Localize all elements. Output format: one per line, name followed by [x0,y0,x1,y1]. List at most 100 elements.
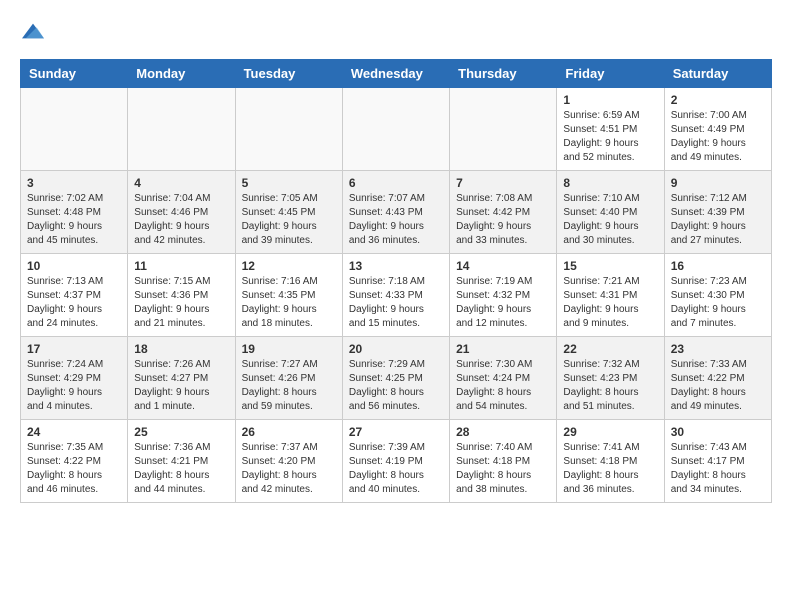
logo-icon [22,20,44,42]
day-info: Sunrise: 7:39 AM Sunset: 4:19 PM Dayligh… [349,441,443,497]
day-number: 26 [242,425,336,439]
day-info: Sunrise: 7:24 AM Sunset: 4:29 PM Dayligh… [27,358,121,414]
day-number: 13 [349,259,443,273]
calendar-cell: 9 Sunrise: 7:12 AM Sunset: 4:39 PM Daylig… [664,171,771,254]
calendar-cell: 7 Sunrise: 7:08 AM Sunset: 4:42 PM Daylig… [450,171,557,254]
calendar-cell: 13 Sunrise: 7:18 AM Sunset: 4:33 PM Dayli… [342,254,449,337]
day-number: 7 [456,176,550,190]
weekday-header-saturday: Saturday [664,60,771,88]
calendar-cell: 22Sunrise: 7:32 AM Sunset: 4:23 PM Dayli… [557,337,664,420]
calendar-cell [235,88,342,171]
weekday-header-wednesday: Wednesday [342,60,449,88]
day-number: 29 [563,425,657,439]
calendar-cell: 2 Sunrise: 7:00 AM Sunset: 4:49 PM Daylig… [664,88,771,171]
day-number: 25 [134,425,228,439]
calendar-cell: 26Sunrise: 7:37 AM Sunset: 4:20 PM Dayli… [235,420,342,503]
day-number: 16 [671,259,765,273]
calendar-cell: 8Sunrise: 7:10 AM Sunset: 4:40 PM Daylig… [557,171,664,254]
weekday-header-friday: Friday [557,60,664,88]
page: SundayMondayTuesdayWednesdayThursdayFrid… [0,0,792,513]
day-number: 28 [456,425,550,439]
calendar-cell: 24 Sunrise: 7:35 AM Sunset: 4:22 PM Dayli… [21,420,128,503]
calendar-cell: 12Sunrise: 7:16 AM Sunset: 4:35 PM Dayli… [235,254,342,337]
day-number: 11 [134,259,228,273]
day-info: Sunrise: 7:33 AM Sunset: 4:22 PM Dayligh… [671,358,765,414]
day-number: 20 [349,342,443,356]
day-info: Sunrise: 7:40 AM Sunset: 4:18 PM Dayligh… [456,441,550,497]
day-info: Sunrise: 7:41 AM Sunset: 4:18 PM Dayligh… [563,441,657,497]
day-info: Sunrise: 7:35 AM Sunset: 4:22 PM Dayligh… [27,441,121,497]
day-info: Sunrise: 7:00 AM Sunset: 4:49 PM Dayligh… [671,109,765,165]
day-number: 9 [671,176,765,190]
logo [20,20,44,49]
calendar-cell: 14 Sunrise: 7:19 AM Sunset: 4:32 PM Dayli… [450,254,557,337]
weekday-header-sunday: Sunday [21,60,128,88]
day-info: Sunrise: 7:08 AM Sunset: 4:42 PM Dayligh… [456,192,550,248]
day-info: Sunrise: 7:18 AM Sunset: 4:33 PM Dayligh… [349,275,443,331]
header [20,20,772,49]
calendar-week-5: 24 Sunrise: 7:35 AM Sunset: 4:22 PM Dayli… [21,420,772,503]
calendar-cell: 28 Sunrise: 7:40 AM Sunset: 4:18 PM Dayli… [450,420,557,503]
weekday-header-tuesday: Tuesday [235,60,342,88]
day-info: Sunrise: 7:02 AM Sunset: 4:48 PM Dayligh… [27,192,121,248]
day-info: Sunrise: 7:19 AM Sunset: 4:32 PM Dayligh… [456,275,550,331]
calendar-cell: 21 Sunrise: 7:30 AM Sunset: 4:24 PM Dayli… [450,337,557,420]
day-number: 17 [27,342,121,356]
calendar-cell: 29 Sunrise: 7:41 AM Sunset: 4:18 PM Dayli… [557,420,664,503]
day-info: Sunrise: 7:07 AM Sunset: 4:43 PM Dayligh… [349,192,443,248]
weekday-header-monday: Monday [128,60,235,88]
calendar-cell: 18 Sunrise: 7:26 AM Sunset: 4:27 PM Dayli… [128,337,235,420]
day-number: 6 [349,176,443,190]
day-number: 15 [563,259,657,273]
day-info: Sunrise: 7:36 AM Sunset: 4:21 PM Dayligh… [134,441,228,497]
day-info: Sunrise: 7:15 AM Sunset: 4:36 PM Dayligh… [134,275,228,331]
calendar-week-4: 17 Sunrise: 7:24 AM Sunset: 4:29 PM Dayli… [21,337,772,420]
day-number: 1 [563,93,657,107]
calendar-table: SundayMondayTuesdayWednesdayThursdayFrid… [20,59,772,503]
calendar-cell: 10 Sunrise: 7:13 AM Sunset: 4:37 PM Dayli… [21,254,128,337]
calendar-cell [21,88,128,171]
calendar-week-3: 10 Sunrise: 7:13 AM Sunset: 4:37 PM Dayli… [21,254,772,337]
calendar-header-row: SundayMondayTuesdayWednesdayThursdayFrid… [21,60,772,88]
calendar-cell: 6 Sunrise: 7:07 AM Sunset: 4:43 PM Daylig… [342,171,449,254]
day-info: Sunrise: 7:21 AM Sunset: 4:31 PM Dayligh… [563,275,657,331]
calendar-cell [128,88,235,171]
day-info: Sunrise: 7:43 AM Sunset: 4:17 PM Dayligh… [671,441,765,497]
day-info: Sunrise: 7:12 AM Sunset: 4:39 PM Dayligh… [671,192,765,248]
calendar-cell: 30Sunrise: 7:43 AM Sunset: 4:17 PM Dayli… [664,420,771,503]
day-number: 5 [242,176,336,190]
calendar-cell: 20 Sunrise: 7:29 AM Sunset: 4:25 PM Dayli… [342,337,449,420]
calendar-cell [450,88,557,171]
day-info: Sunrise: 7:30 AM Sunset: 4:24 PM Dayligh… [456,358,550,414]
day-info: Sunrise: 6:59 AM Sunset: 4:51 PM Dayligh… [563,109,657,165]
calendar-cell: 11 Sunrise: 7:15 AM Sunset: 4:36 PM Dayli… [128,254,235,337]
calendar-cell: 16 Sunrise: 7:23 AM Sunset: 4:30 PM Dayli… [664,254,771,337]
calendar-week-1: 1 Sunrise: 6:59 AM Sunset: 4:51 PM Daylig… [21,88,772,171]
day-info: Sunrise: 7:04 AM Sunset: 4:46 PM Dayligh… [134,192,228,248]
day-number: 4 [134,176,228,190]
calendar-cell: 3 Sunrise: 7:02 AM Sunset: 4:48 PM Daylig… [21,171,128,254]
calendar-cell: 19Sunrise: 7:27 AM Sunset: 4:26 PM Dayli… [235,337,342,420]
day-info: Sunrise: 7:05 AM Sunset: 4:45 PM Dayligh… [242,192,336,248]
day-number: 14 [456,259,550,273]
day-info: Sunrise: 7:23 AM Sunset: 4:30 PM Dayligh… [671,275,765,331]
calendar-cell: 1 Sunrise: 6:59 AM Sunset: 4:51 PM Daylig… [557,88,664,171]
day-number: 8 [563,176,657,190]
day-number: 23 [671,342,765,356]
calendar-cell: 4 Sunrise: 7:04 AM Sunset: 4:46 PM Daylig… [128,171,235,254]
calendar-cell: 27 Sunrise: 7:39 AM Sunset: 4:19 PM Dayli… [342,420,449,503]
day-number: 22 [563,342,657,356]
day-info: Sunrise: 7:13 AM Sunset: 4:37 PM Dayligh… [27,275,121,331]
day-info: Sunrise: 7:26 AM Sunset: 4:27 PM Dayligh… [134,358,228,414]
day-number: 2 [671,93,765,107]
day-info: Sunrise: 7:29 AM Sunset: 4:25 PM Dayligh… [349,358,443,414]
day-number: 18 [134,342,228,356]
day-number: 21 [456,342,550,356]
weekday-header-thursday: Thursday [450,60,557,88]
calendar-cell: 15 Sunrise: 7:21 AM Sunset: 4:31 PM Dayli… [557,254,664,337]
day-number: 10 [27,259,121,273]
day-number: 27 [349,425,443,439]
day-number: 24 [27,425,121,439]
day-number: 3 [27,176,121,190]
calendar-cell: 23 Sunrise: 7:33 AM Sunset: 4:22 PM Dayli… [664,337,771,420]
